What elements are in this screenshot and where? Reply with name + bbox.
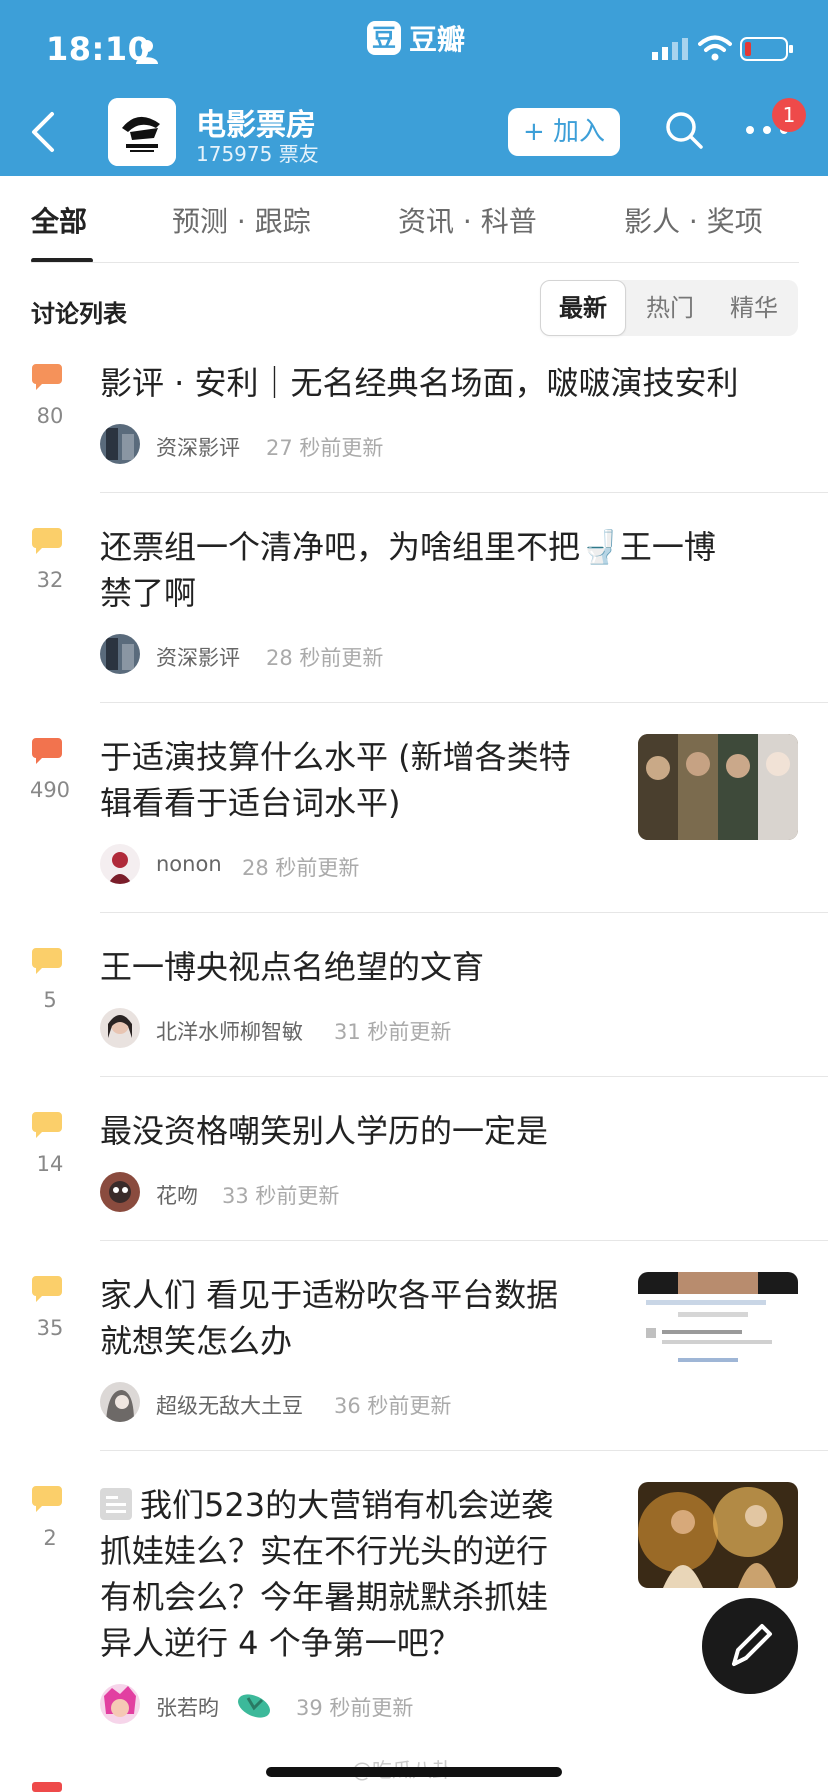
- tab-all[interactable]: 全部: [31, 200, 87, 240]
- search-icon[interactable]: [664, 110, 704, 150]
- post-time: 33 秒前更新: [222, 1184, 340, 1208]
- post-author: 花吻: [156, 1184, 198, 1208]
- comment-bubble-icon: [32, 738, 62, 764]
- comment-bubble-icon: [32, 528, 62, 554]
- douban-mark-icon: 豆: [367, 21, 401, 55]
- tabs-divider: [31, 262, 799, 263]
- discussion-list-title: 讨论列表: [31, 300, 127, 328]
- comment-bubble-icon: [32, 948, 62, 974]
- post-author: 资深影评: [156, 646, 240, 670]
- post-time: 39 秒前更新: [296, 1696, 414, 1720]
- tab-news[interactable]: 资讯 · 科普: [398, 200, 537, 240]
- post-thumbnail[interactable]: [638, 1272, 798, 1378]
- group-member-count: 175975 票友: [196, 142, 319, 166]
- divider: [100, 492, 828, 493]
- avatar: [100, 424, 140, 464]
- post-time: 28 秒前更新: [242, 856, 360, 880]
- sort-featured-button[interactable]: 精华: [712, 280, 796, 336]
- post-title: 家人们 看见于适粉吹各平台数据 就想笑怎么办: [100, 1276, 559, 1360]
- douban-wordmark: 豆瓣: [409, 23, 466, 56]
- category-tabs: 全部 预测 · 跟踪 资讯 · 科普 影人 · 奖项: [0, 176, 828, 264]
- flip-flop-icon: [238, 1694, 270, 1718]
- signal-icon: [652, 38, 688, 60]
- avatar: [100, 844, 140, 884]
- comment-bubble-icon: [32, 1782, 62, 1792]
- douban-logo: 豆 豆瓣: [367, 18, 465, 58]
- avatar: [100, 1684, 140, 1724]
- post-thumbnail[interactable]: [638, 734, 798, 840]
- reply-count: 80: [36, 404, 64, 428]
- post-author: 张若昀: [156, 1696, 219, 1720]
- post-author: 超级无敌大土豆: [156, 1394, 303, 1418]
- home-indicator: [266, 1767, 562, 1777]
- group-logo[interactable]: [108, 98, 176, 166]
- join-button[interactable]: + 加入: [508, 108, 620, 156]
- reply-count: 35: [36, 1316, 64, 1340]
- divider: [100, 912, 828, 913]
- comment-bubble-icon: [32, 364, 62, 390]
- sort-latest-button[interactable]: 最新: [540, 280, 626, 336]
- divider: [100, 1240, 828, 1241]
- post-author: 资深影评: [156, 436, 240, 460]
- battery-icon: [740, 37, 793, 61]
- pencil-icon: [732, 1624, 772, 1666]
- post-title: 我们523的大营销有机会逆袭 抓娃娃么？实在不行光头的逆行 有机会么？今年暑期就…: [100, 1486, 554, 1662]
- post-title: 王一博央视点名绝望的文育: [100, 948, 485, 986]
- comment-bubble-icon: [32, 1112, 62, 1138]
- back-icon[interactable]: [28, 110, 58, 154]
- reply-count: 14: [36, 1152, 64, 1176]
- notification-badge: 1: [772, 98, 806, 132]
- reply-count: 2: [43, 1526, 57, 1550]
- post-thumbnail[interactable]: [638, 1482, 798, 1588]
- reply-count: 490: [29, 778, 71, 802]
- app-header: 18:10 豆 豆瓣 电影票房 175975 票友 + 加入 1: [0, 0, 828, 176]
- comment-bubble-icon: [32, 1486, 62, 1512]
- post-title: 于适演技算什么水平 (新增各类特 辑看看于适台词水平): [100, 738, 571, 822]
- tab-forecast[interactable]: 预测 · 跟踪: [172, 200, 311, 240]
- sort-hot-button[interactable]: 热门: [628, 280, 712, 336]
- post-author: nonon: [156, 852, 222, 876]
- post-title: 最没资格嘲笑别人学历的一定是: [100, 1112, 549, 1150]
- sort-toggle: 最新 热门 精华: [540, 280, 798, 336]
- tab-people[interactable]: 影人 · 奖项: [624, 200, 763, 240]
- post-author: 北洋水师柳智敏: [156, 1020, 303, 1044]
- divider: [100, 1076, 828, 1077]
- divider: [100, 702, 828, 703]
- compose-button[interactable]: [702, 1598, 798, 1694]
- comment-bubble-icon: [32, 1276, 62, 1302]
- avatar: [100, 1008, 140, 1048]
- post-title: 影评 · 安利｜无名经典名场面，啵啵演技安利: [100, 364, 739, 402]
- post-time: 28 秒前更新: [266, 646, 384, 670]
- reply-count: 32: [36, 568, 64, 592]
- reply-count: 5: [43, 988, 57, 1012]
- post-time: 27 秒前更新: [266, 436, 384, 460]
- person-icon: [136, 40, 158, 64]
- post-title: 还票组一个清净吧，为啥组里不把🚽王一博 禁了啊: [100, 528, 716, 612]
- wifi-icon: [698, 35, 732, 61]
- avatar: [100, 1382, 140, 1422]
- divider: [100, 1450, 828, 1451]
- post-time: 36 秒前更新: [334, 1394, 452, 1418]
- avatar: [100, 1172, 140, 1212]
- post-time: 31 秒前更新: [334, 1020, 452, 1044]
- avatar: [100, 634, 140, 674]
